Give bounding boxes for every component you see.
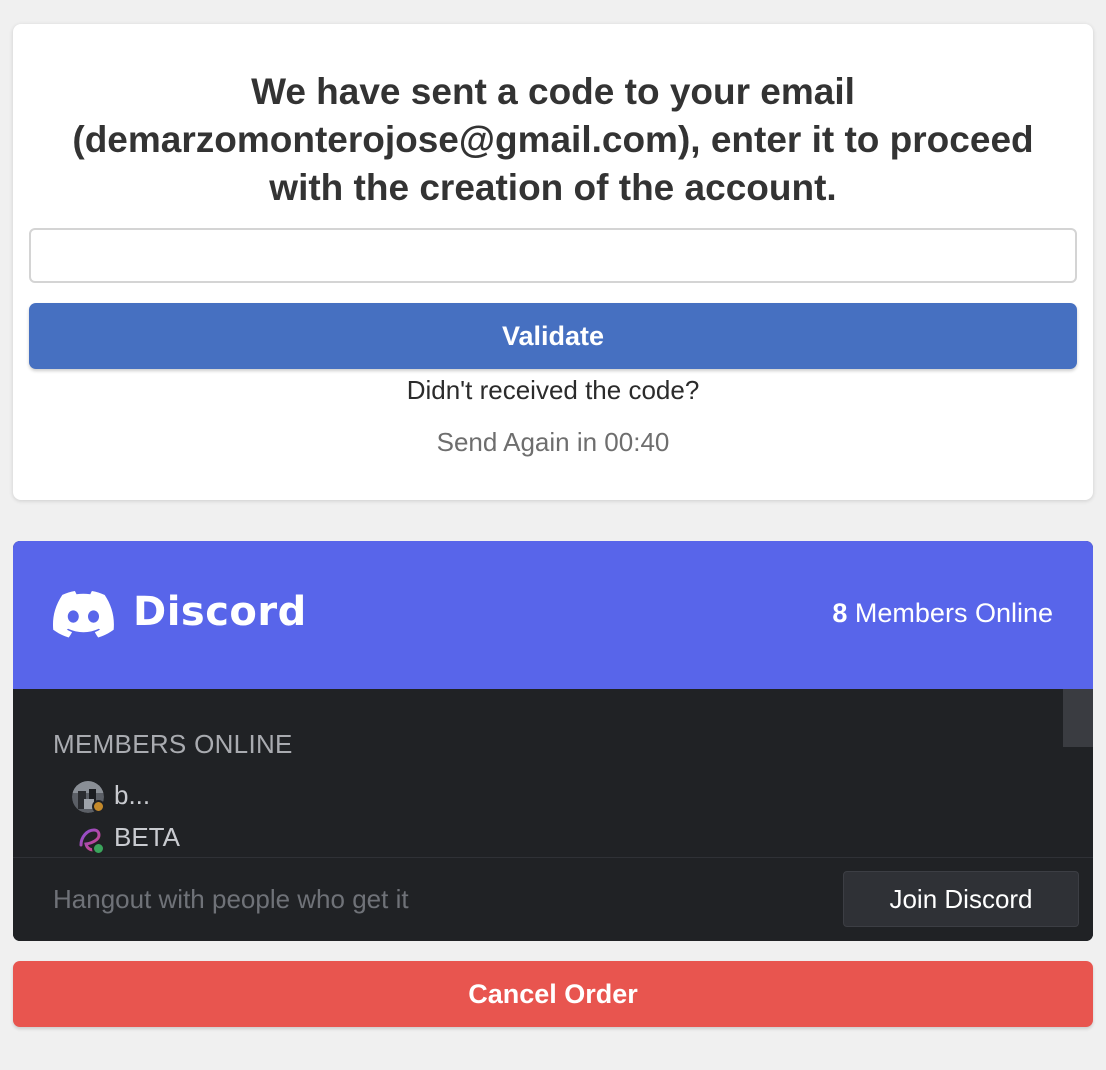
member-name: BETA [114,822,180,852]
cancel-order-button[interactable]: Cancel Order [13,961,1093,1027]
discord-wordmark: Discord [133,589,307,635]
member-status-idle [92,800,105,813]
discord-logo-icon [52,591,114,638]
members-online-number: 8 [832,598,848,628]
members-scrollbar[interactable] [1063,689,1093,747]
verification-code-input[interactable] [29,228,1077,283]
discord-tagline: Hangout with people who get it [53,884,409,914]
member-name: b... [114,780,151,810]
code-not-received-text: Didn't received the code? [406,375,700,405]
members-online-label: Members Online [854,598,1053,628]
validate-button[interactable]: Validate [29,303,1077,369]
discord-widget-header: Discord 8 Members Online [13,541,1093,689]
send-again-countdown: Send Again in 00:40 [436,427,670,457]
discord-widget-footer: Hangout with people who get it Join Disc… [13,857,1093,941]
discord-widget: Discord 8 Members Online MEMBERS ONLINE … [13,541,1093,941]
members-online-count: 8 Members Online [832,598,1053,629]
member-status-online [92,842,105,855]
verification-card: We have sent a code to your email (demar… [13,24,1093,500]
verification-message: We have sent a code to your email (demar… [72,71,1034,208]
members-online-heading: MEMBERS ONLINE [53,729,293,759]
join-discord-button[interactable]: Join Discord [843,871,1079,927]
members-list-area[interactable]: MEMBERS ONLINE b... BETA [13,689,1093,857]
